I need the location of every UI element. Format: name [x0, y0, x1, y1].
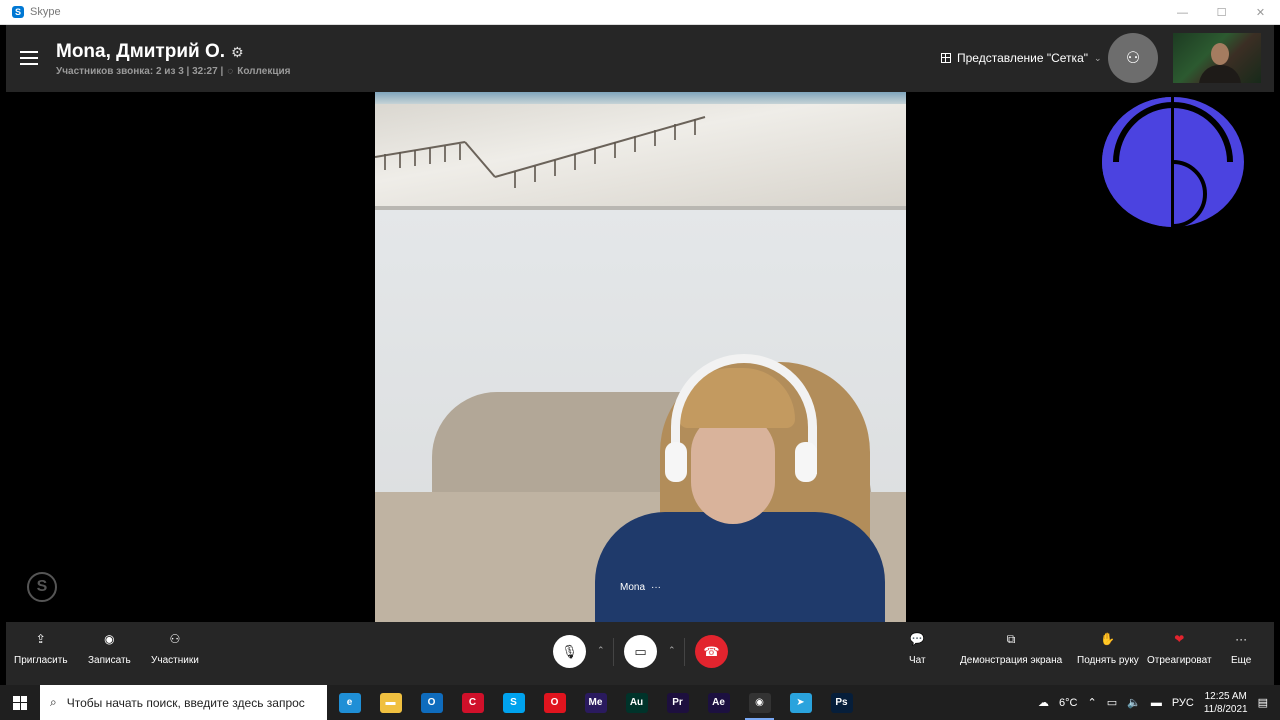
self-video-thumbnail[interactable] [1173, 33, 1261, 83]
skype-logo-icon: S [12, 6, 24, 18]
add-person-icon: ⚇ [1125, 50, 1141, 67]
raise-hand-label: Поднять руку [1077, 655, 1139, 666]
notifications-icon[interactable]: ▤ [1258, 696, 1268, 709]
chat-label: Чат [909, 655, 926, 666]
window-titlebar: S Skype — ☐ ✕ [0, 0, 1280, 25]
screen-share-button[interactable]: ⧉ Демонстрация экрана [960, 632, 1062, 666]
divider [613, 638, 614, 666]
system-tray: ☁ 6°C ⌃ ▭ 🔈 ▬ РУС 12:25 AM 11/8/2021 ▤ [1038, 685, 1280, 720]
taskbar-media-encoder-icon[interactable]: Me [575, 685, 616, 720]
raise-hand-button[interactable]: ✋ Поднять руку [1077, 632, 1139, 666]
grid-view-label: Представление "Сетка" [957, 51, 1089, 65]
chevron-up-icon[interactable]: ⌃ [1087, 696, 1096, 709]
brand-logo-icon [1102, 95, 1244, 229]
weather-temp[interactable]: 6°C [1059, 697, 1077, 709]
weather-icon: ☁ [1038, 697, 1050, 709]
close-button[interactable]: ✕ [1241, 0, 1280, 25]
participant-name-tag: Mona ··· [620, 582, 661, 593]
taskbar-opera-icon[interactable]: O [534, 685, 575, 720]
maximize-button[interactable]: ☐ [1202, 0, 1241, 25]
camera-button[interactable]: ▭ [624, 635, 657, 668]
app-title: Skype [30, 6, 61, 18]
minimize-button[interactable]: — [1163, 0, 1202, 25]
clock-date: 11/8/2021 [1203, 703, 1248, 715]
collection-link[interactable]: Коллекция [237, 66, 290, 77]
invite-button[interactable]: ⇪ Пригласить [14, 632, 68, 666]
windows-icon [13, 695, 27, 710]
call-info: Участников звонка: 2 из 3 | 32:27 | ◌ Ко… [56, 66, 290, 77]
chevron-down-icon: ⌄ [1094, 52, 1102, 63]
network-icon[interactable]: ▭ [1107, 696, 1117, 709]
gear-icon[interactable]: ⚙ [231, 44, 244, 61]
taskbar-edge-icon[interactable]: e [329, 685, 370, 720]
end-call-button[interactable]: ☎ [695, 635, 728, 668]
menu-icon[interactable] [20, 51, 38, 65]
taskbar-app-red-icon[interactable]: C [452, 685, 493, 720]
react-label: Отреагироват [1147, 655, 1212, 666]
screen-share-icon: ⧉ [1006, 632, 1016, 646]
participant-more-button[interactable]: ··· [651, 582, 661, 593]
skype-watermark-icon: S [27, 572, 57, 602]
call-title-text: Mona, Дмитрий О. [56, 41, 226, 62]
record-button[interactable]: ◉ Записать [88, 632, 131, 666]
clock[interactable]: 12:25 AM 11/8/2021 [1204, 690, 1248, 716]
taskbar-obs-icon[interactable]: ◉ [739, 685, 780, 720]
volume-icon[interactable]: 🔈 [1127, 696, 1141, 709]
taskbar-telegram-icon[interactable]: ➤ [780, 685, 821, 720]
call-title: Mona, Дмитрий О. ⚙ [56, 41, 244, 63]
more-icon: ··· [1235, 632, 1248, 646]
heart-icon: ❤ [1174, 632, 1185, 646]
microphone-icon: 🎙 [561, 643, 578, 659]
mic-button[interactable]: 🎙 [553, 635, 586, 668]
call-header: Mona, Дмитрий О. ⚙ Участников звонка: 2 … [6, 25, 1274, 92]
clock-time: 12:25 AM [1204, 690, 1247, 702]
grid-view-button[interactable]: Представление "Сетка" ⌄ [941, 51, 1102, 65]
record-label: Записать [88, 655, 131, 666]
search-icon: ⌕ [50, 695, 57, 709]
add-people-button[interactable]: ⚇ [1108, 33, 1158, 83]
grid-icon [941, 53, 951, 63]
taskbar-search[interactable]: ⌕ Чтобы начать поиск, введите здесь запр… [40, 685, 327, 720]
more-button[interactable]: ··· Еще [1231, 632, 1251, 666]
taskbar-skype-icon[interactable]: S [493, 685, 534, 720]
more-label: Еще [1231, 655, 1252, 666]
search-placeholder: Чтобы начать поиск, введите здесь запрос [66, 695, 305, 710]
camera-options-chevron-icon[interactable]: ⌃ [668, 645, 676, 656]
taskbar-audition-icon[interactable]: Au [616, 685, 657, 720]
hangup-icon: ☎ [703, 643, 720, 659]
taskbar-file-explorer-icon[interactable]: ▬ [370, 685, 411, 720]
participants-label: Участники [151, 655, 199, 666]
invite-label: Пригласить [14, 655, 68, 666]
taskbar-after-effects-icon[interactable]: Ae [698, 685, 739, 720]
chat-button[interactable]: 💬 Чат [909, 632, 926, 666]
participants-count: Участников звонка: 2 из 3 | 32:27 | [56, 66, 224, 77]
screen-share-label: Демонстрация экрана [960, 655, 1063, 666]
participants-icon: ⚇ [169, 632, 181, 646]
battery-icon[interactable]: ▬ [1151, 697, 1162, 709]
participants-button[interactable]: ⚇ Участники [151, 632, 199, 666]
taskbar-photoshop-icon[interactable]: Ps [821, 685, 862, 720]
camera-icon: ▭ [634, 643, 647, 659]
language-indicator[interactable]: РУС [1172, 697, 1194, 709]
participant-video [375, 92, 906, 622]
collection-icon: ◌ [227, 66, 234, 77]
taskbar-outlook-icon[interactable]: O [411, 685, 452, 720]
share-icon: ⇪ [35, 632, 46, 646]
hand-icon: ✋ [1100, 632, 1116, 646]
start-button[interactable] [0, 685, 40, 720]
divider [684, 638, 685, 666]
mic-options-chevron-icon[interactable]: ⌃ [597, 645, 605, 656]
chat-icon: 💬 [909, 632, 925, 646]
react-button[interactable]: ❤ Отреагироват [1147, 632, 1212, 666]
taskbar-premiere-icon[interactable]: Pr [657, 685, 698, 720]
record-icon: ◉ [104, 632, 115, 646]
participant-name: Mona [620, 582, 646, 593]
